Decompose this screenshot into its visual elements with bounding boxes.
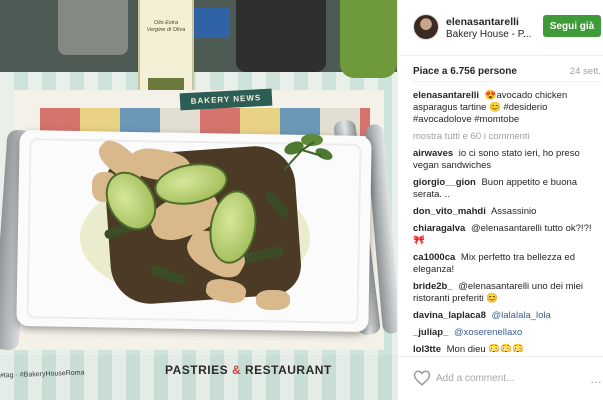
- comment-username[interactable]: bride2b_: [413, 281, 453, 292]
- comment-username[interactable]: don_vito_mahdi: [413, 206, 486, 217]
- comment-item: lol3tte Mon dieu 😳😳😳: [413, 344, 601, 352]
- jar: [58, 0, 128, 55]
- comment-item: davina_laplaca8 @lalalala_lola: [413, 310, 601, 322]
- comment-bar: …: [398, 356, 603, 400]
- likes-row: Piace a 6.756 persone 24 sett.: [413, 64, 601, 82]
- author-username[interactable]: elenasantarelli: [446, 16, 519, 28]
- comment-text: Assassinio: [490, 206, 537, 217]
- following-button[interactable]: Segui già: [543, 15, 601, 37]
- dark-cup: [236, 0, 326, 72]
- comment-username[interactable]: giorgio__gion: [413, 177, 476, 188]
- caption: elenasantarelli 😍avocado chicken asparag…: [413, 90, 601, 126]
- placemat-title: PASTRIES & RESTAURANT: [165, 363, 332, 377]
- comment-item: giorgio__gion Buon appetito e buona sera…: [413, 177, 601, 201]
- comment-item: bride2b_ @elenasantarelli uno dei miei r…: [413, 281, 601, 305]
- placemat-title-right: RESTAURANT: [244, 363, 332, 377]
- comments-list[interactable]: elenasantarelli 😍avocado chicken asparag…: [413, 90, 601, 352]
- comment-input[interactable]: [436, 368, 586, 388]
- post-location[interactable]: Bakery House - P...: [446, 29, 534, 40]
- comment-item: airwaves io ci sono stato ieri, ho preso…: [413, 148, 601, 172]
- avatar[interactable]: [413, 14, 439, 40]
- post-date[interactable]: 24 sett.: [570, 66, 601, 77]
- post-header: elenasantarelli Bakery House - P... Segu…: [398, 0, 603, 56]
- blue-box: [190, 8, 230, 38]
- options-icon[interactable]: …: [590, 373, 602, 385]
- placemat-footer: [0, 355, 397, 400]
- comment-username[interactable]: ca1000ca: [413, 252, 455, 263]
- heart-icon[interactable]: [413, 369, 431, 387]
- comment-item: _juliap_ @xoserenellaxo: [413, 327, 601, 339]
- show-all-comments-link[interactable]: mostra tutti e 60 i commenti: [413, 131, 601, 143]
- chicken: [256, 290, 290, 310]
- comment-username[interactable]: davina_laplaca8: [413, 310, 486, 321]
- comment-item: don_vito_mahdi Assassinio: [413, 206, 601, 218]
- caption-username[interactable]: elenasantarelli: [413, 90, 479, 101]
- likes-count[interactable]: Piace a 6.756 persone: [413, 66, 517, 77]
- comment-text: Mon dieu 😳😳😳: [446, 344, 524, 352]
- comment-username[interactable]: chiaragalva: [413, 223, 465, 234]
- post-photo[interactable]: Olio Extra Vergine di Oliva BAKERY NEWS …: [0, 0, 397, 400]
- post-side-panel: elenasantarelli Bakery House - P... Segu…: [397, 0, 603, 400]
- comment-username[interactable]: lol3tte: [413, 344, 441, 352]
- comment-item: chiaragalva @elenasantarelli tutto ok?!?…: [413, 223, 601, 247]
- bottle-label: Olio Extra Vergine di Oliva: [146, 20, 186, 33]
- placemat-title-left: PASTRIES: [165, 363, 229, 377]
- comment-text[interactable]: @lalalala_lola: [492, 310, 551, 321]
- comment-username[interactable]: _juliap_: [413, 327, 448, 338]
- placemat-title-amp: &: [231, 363, 242, 377]
- green-smoothie: [340, 0, 397, 78]
- comment-item: ca1000ca Mix perfetto tra bellezza ed el…: [413, 252, 601, 276]
- comment-text[interactable]: @xoserenellaxo: [454, 327, 522, 338]
- pea-sprouts: [283, 134, 333, 171]
- comment-username[interactable]: airwaves: [413, 148, 453, 159]
